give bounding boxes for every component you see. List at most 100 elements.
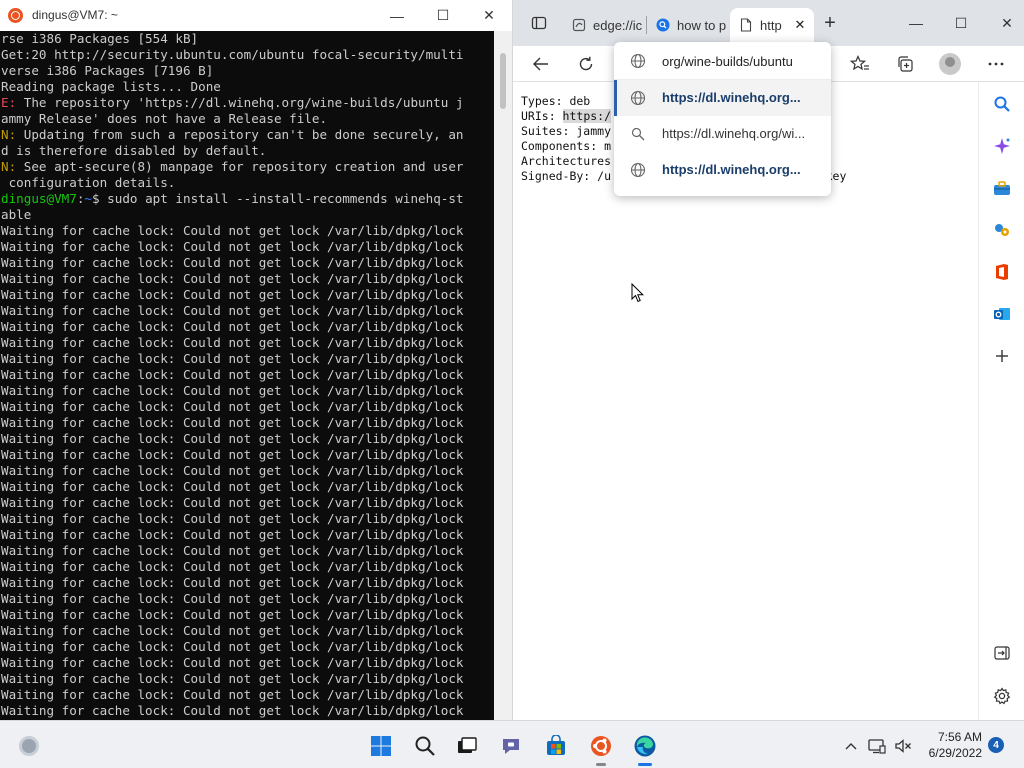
hide-sidebar-icon[interactable] [992, 643, 1012, 663]
globe-icon [629, 52, 647, 70]
search-icon[interactable] [992, 94, 1012, 114]
terminal-line: Waiting for cache lock: Could not get lo… [1, 511, 464, 526]
tab-active[interactable]: http ✕ [730, 8, 814, 42]
edge-taskbar-icon[interactable] [632, 733, 658, 766]
suggestion-text: https://dl.winehq.org/wi... [662, 126, 806, 141]
terminal-line: configuration details. [1, 175, 176, 190]
terminal-line: Waiting for cache lock: Could not get lo… [1, 463, 464, 478]
terminal-line: Waiting for cache lock: Could not get lo… [1, 655, 464, 670]
terminal-scrollbar[interactable] [494, 31, 512, 720]
close-button[interactable]: ✕ [466, 0, 512, 31]
terminal-line: Waiting for cache lock: Could not get lo… [1, 303, 464, 318]
edge-page-icon [571, 17, 587, 33]
show-hidden-icons-chevron-icon[interactable] [838, 733, 864, 759]
terminal-line: Waiting for cache lock: Could not get lo… [1, 287, 464, 302]
profile-avatar[interactable] [936, 50, 964, 78]
terminal-line: Waiting for cache lock: Could not get lo… [1, 527, 464, 542]
terminal-line: Waiting for cache lock: Could not get lo… [1, 335, 464, 350]
more-options-icon[interactable] [982, 50, 1010, 78]
clock[interactable]: 7:56 AM 6/29/2022 [918, 729, 982, 761]
games-icon[interactable] [992, 220, 1012, 240]
close-button[interactable]: ✕ [997, 13, 1017, 33]
collections-icon[interactable] [891, 50, 919, 78]
terminal-line: Waiting for cache lock: Could not get lo… [1, 367, 464, 382]
notification-badge[interactable]: 4 [988, 737, 1004, 753]
tab-search[interactable]: how to p [647, 8, 729, 42]
scrollbar-thumb[interactable] [500, 53, 506, 109]
terminal-line: Waiting for cache lock: Could not get lo… [1, 607, 464, 622]
tab-label: http [760, 17, 782, 33]
terminal-line: Waiting for cache lock: Could not get lo… [1, 271, 464, 286]
globe-icon [629, 89, 647, 107]
address-bar[interactable] [614, 42, 831, 80]
tools-icon[interactable] [992, 178, 1012, 198]
microsoft-store-icon[interactable] [543, 733, 569, 759]
search-icon [655, 17, 671, 33]
tab-label: edge://ic [593, 17, 643, 33]
terminal-output[interactable]: rse i386 Packages [554 kB] Get:20 http://… [0, 31, 494, 720]
terminal-line: Waiting for cache lock: Could not get lo… [1, 415, 464, 430]
weather-widget-icon[interactable] [16, 733, 42, 759]
terminal-line: Waiting for cache lock: Could not get lo… [1, 687, 464, 702]
terminal-line: E: The repository 'https://dl.winehq.org… [1, 95, 464, 110]
suggestion-item[interactable]: https://dl.winehq.org... [614, 80, 831, 116]
tab-bar[interactable]: edge://ic how to p http ✕ + — ☐ ✕ [513, 0, 1024, 46]
settings-icon[interactable] [992, 686, 1012, 706]
mouse-cursor-icon [631, 282, 645, 303]
minimize-button[interactable]: — [374, 0, 420, 31]
terminal-line: Waiting for cache lock: Could not get lo… [1, 623, 464, 638]
terminal-title: dingus@VM7: ~ [32, 8, 118, 22]
office-icon[interactable] [992, 262, 1012, 282]
terminal-lines: rse i386 Packages [554 kB] Get:20 http://… [1, 31, 494, 720]
tab-label: how to p [677, 17, 727, 33]
refresh-button[interactable] [572, 50, 600, 78]
page-icon [738, 17, 754, 33]
ubuntu-icon [8, 8, 23, 23]
desktop: { "terminal": { "title": "dingus@VM7: ~"… [0, 0, 1024, 768]
ubuntu-terminal-taskbar-icon[interactable] [588, 733, 614, 766]
tab-actions-icon[interactable] [529, 13, 549, 33]
address-input[interactable] [662, 52, 814, 70]
weather-icon [19, 736, 39, 756]
terminal-line: Waiting for cache lock: Could not get lo… [1, 255, 464, 270]
terminal-line: Waiting for cache lock: Could not get lo… [1, 495, 464, 510]
clock-time: 7:56 AM [937, 730, 982, 744]
terminal-titlebar[interactable]: dingus@VM7: ~ — ☐ ✕ [0, 0, 512, 31]
terminal-line: Reading package lists... Done [1, 79, 221, 94]
back-button[interactable] [527, 50, 555, 78]
maximize-button[interactable]: ☐ [420, 0, 466, 31]
close-tab-icon[interactable]: ✕ [792, 17, 808, 33]
suggestion-item[interactable]: https://dl.winehq.org/wi... [614, 116, 831, 152]
clock-date: 6/29/2022 [928, 746, 982, 760]
address-suggestions-dropdown[interactable]: https://dl.winehq.org... https://dl.wine… [614, 42, 831, 196]
favorites-icon[interactable] [846, 50, 874, 78]
globe-icon [629, 161, 647, 179]
terminal-line: verse i386 Packages [7196 B] [1, 63, 214, 78]
outlook-icon[interactable] [992, 304, 1012, 324]
task-view-icon[interactable] [454, 733, 480, 759]
terminal-line: Waiting for cache lock: Could not get lo… [1, 639, 464, 654]
maximize-button[interactable]: ☐ [951, 13, 971, 33]
terminal-line: Waiting for cache lock: Could not get lo… [1, 671, 464, 686]
terminal-line: Waiting for cache lock: Could not get lo… [1, 447, 464, 462]
minimize-button[interactable]: — [906, 13, 926, 33]
start-button[interactable] [368, 733, 394, 759]
taskbar: 7:56 AM 6/29/2022 4 [0, 720, 1024, 768]
discover-icon[interactable] [992, 136, 1012, 156]
terminal-line: Waiting for cache lock: Could not get lo… [1, 703, 464, 718]
add-icon[interactable] [992, 346, 1012, 366]
taskbar-search-icon[interactable] [412, 733, 438, 759]
volume-muted-icon[interactable] [890, 733, 916, 759]
tab-edge-page[interactable]: edge://ic [563, 8, 645, 42]
search-icon [629, 125, 647, 143]
terminal-line: ammy Release' does not have a Release fi… [1, 111, 328, 126]
network-icon[interactable] [864, 733, 890, 759]
terminal-window[interactable]: dingus@VM7: ~ — ☐ ✕ rse i386 Packages [5… [0, 0, 512, 720]
suggestion-item[interactable]: https://dl.winehq.org... [614, 152, 831, 188]
terminal-line: dingus@VM7:~$ sudo apt install --install… [1, 191, 464, 206]
teams-chat-icon[interactable] [498, 733, 524, 759]
terminal-line: Waiting for cache lock: Could not get lo… [1, 351, 464, 366]
new-tab-button[interactable]: + [820, 12, 840, 34]
terminal-line: Waiting for cache lock: Could not get lo… [1, 543, 464, 558]
terminal-line: Waiting for cache lock: Could not get lo… [1, 559, 464, 574]
